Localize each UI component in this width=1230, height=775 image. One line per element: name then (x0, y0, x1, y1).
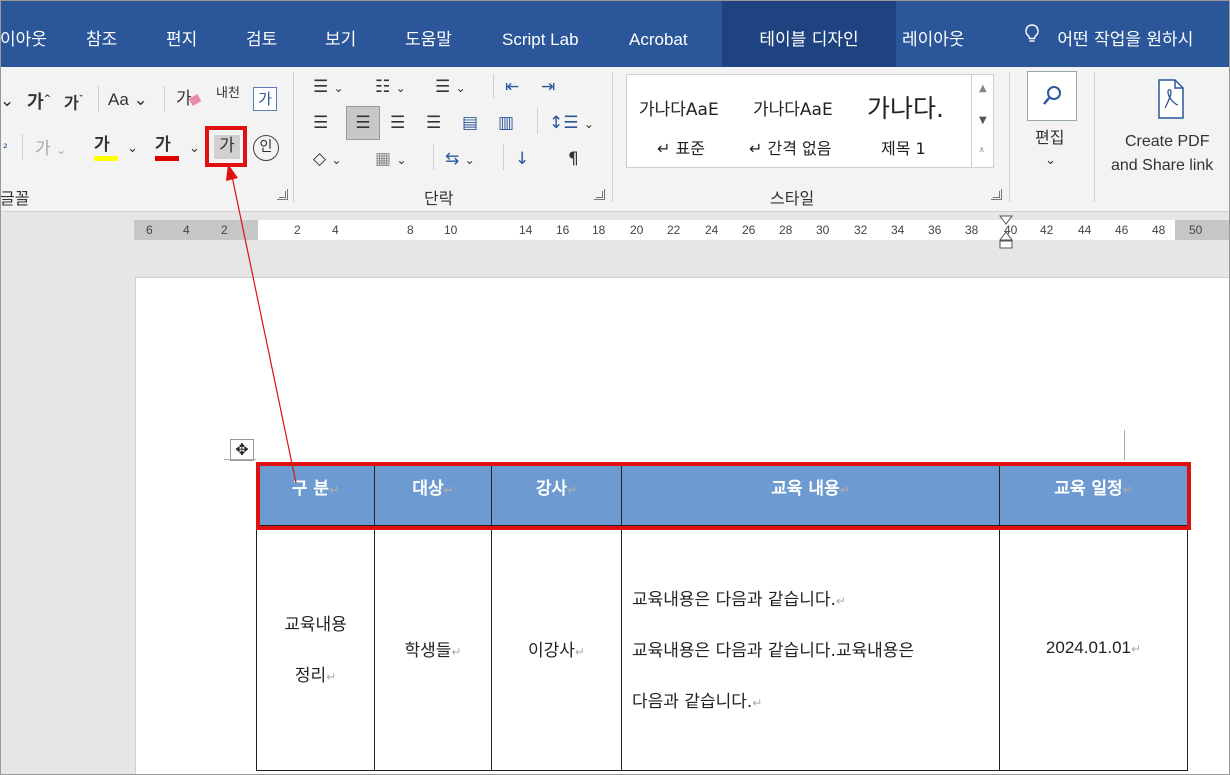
annotation-arrow (226, 164, 297, 484)
